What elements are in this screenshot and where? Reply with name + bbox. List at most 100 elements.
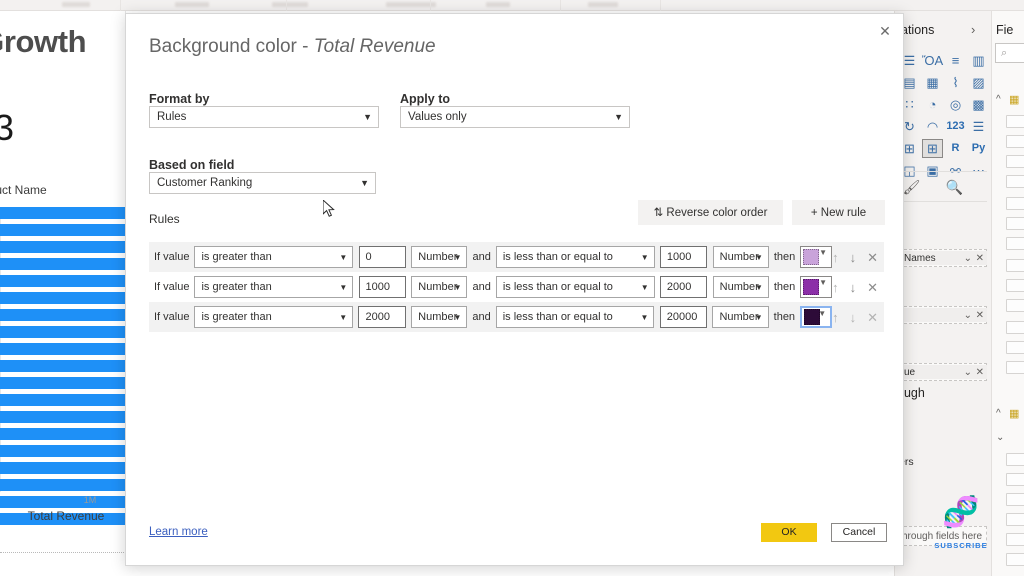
rule-max-condition-dropdown[interactable]: is less than or equal to ▼	[495, 276, 655, 298]
field-item[interactable]	[1006, 513, 1024, 526]
card-icon[interactable]: 123	[945, 117, 966, 136]
learn-more-link[interactable]: Learn more	[149, 526, 208, 538]
close-icon[interactable]: ✕	[976, 252, 984, 264]
line-and-column-chart-icon[interactable]: ⌇	[945, 73, 966, 92]
arrow-up-icon[interactable]: ↑	[832, 311, 839, 324]
chevron-up-icon[interactable]: ^	[996, 408, 1001, 419]
visual-type-gallery[interactable]: ☰ὌA≡▥▤▦⌇▨∷◔◎▩↻◠123☰⊞⊞RPy◱▣⚯⋯	[899, 51, 989, 180]
based-on-field-dropdown[interactable]: Customer Ranking ▼	[149, 172, 376, 194]
rule-min-condition-dropdown[interactable]: is greater than ▼	[194, 246, 354, 268]
bar[interactable]	[0, 207, 125, 219]
bar-chart-visual[interactable]: t Growth 3 ners roduct Name 1M Total Rev…	[0, 11, 126, 565]
field-item[interactable]	[1006, 341, 1024, 354]
clustered-column-chart-icon[interactable]: ▥	[968, 51, 989, 70]
drillthrough-dropzone[interactable]: hrough fields here	[899, 526, 987, 546]
field-item[interactable]	[1006, 279, 1024, 292]
pie-chart-icon[interactable]: ◔	[922, 95, 943, 114]
close-icon[interactable]: ✕	[867, 311, 878, 324]
rule-max-value-input[interactable]: 1000	[659, 246, 708, 268]
rule-max-type-dropdown[interactable]: Number ▼	[712, 276, 769, 298]
close-icon[interactable]: ✕	[867, 281, 878, 294]
chevron-down-icon[interactable]: ⌄	[996, 432, 1004, 443]
multi-row-card-icon[interactable]: ☰	[968, 117, 989, 136]
field-item[interactable]	[1006, 533, 1024, 546]
bar[interactable]	[0, 275, 125, 287]
bar[interactable]	[0, 377, 125, 389]
rule-min-type-dropdown[interactable]: Number ▼	[411, 246, 468, 268]
field-item[interactable]	[1006, 175, 1024, 188]
bar[interactable]	[0, 224, 125, 236]
new-rule-button[interactable]: + New rule	[792, 200, 885, 225]
bar[interactable]	[0, 445, 125, 457]
apply-to-dropdown[interactable]: Values only ▼	[400, 106, 630, 128]
format-by-dropdown[interactable]: Rules ▼	[149, 106, 379, 128]
field-item[interactable]	[1006, 553, 1024, 566]
field-chip-1[interactable]: Names ⌄ ✕	[901, 251, 987, 265]
line-and-stacked-column-icon[interactable]: ▨	[968, 73, 989, 92]
bar[interactable]	[0, 360, 125, 372]
rule-min-value-input[interactable]: 0	[358, 246, 406, 268]
bar[interactable]	[0, 479, 125, 491]
analytics-magnifier-icon[interactable]: 🔍	[944, 177, 965, 196]
field-item[interactable]	[1006, 237, 1024, 250]
field-item[interactable]	[1006, 321, 1024, 334]
close-icon[interactable]: ✕	[867, 251, 878, 264]
field-item[interactable]	[1006, 493, 1024, 506]
field-item[interactable]	[1006, 115, 1024, 128]
stacked-column-chart-icon[interactable]: ὌA	[922, 51, 943, 70]
arrow-up-icon[interactable]: ↑	[832, 281, 839, 294]
bar[interactable]	[0, 241, 125, 253]
field-item[interactable]	[1006, 217, 1024, 230]
ok-button[interactable]: OK	[761, 523, 817, 542]
field-item[interactable]	[1006, 135, 1024, 148]
bar[interactable]	[0, 292, 125, 304]
field-item[interactable]	[1006, 197, 1024, 210]
field-well-2[interactable]: ⌄ ✕	[899, 306, 987, 324]
rule-max-value-input[interactable]: 2000	[659, 276, 708, 298]
bar[interactable]	[0, 394, 125, 406]
rule-min-value-input[interactable]: 2000	[358, 306, 406, 328]
bar[interactable]	[0, 326, 125, 338]
field-item[interactable]	[1006, 259, 1024, 272]
field-item[interactable]	[1006, 473, 1024, 486]
rule-max-type-dropdown[interactable]: Number ▼	[712, 246, 769, 268]
chevron-down-icon[interactable]: ⌄	[964, 366, 972, 378]
100-stacked-column-chart-icon[interactable]: ▦	[922, 73, 943, 92]
bar[interactable]	[0, 411, 125, 423]
field-chip-3[interactable]: ue ⌄ ✕	[901, 365, 987, 379]
close-icon[interactable]: ✕	[976, 366, 984, 378]
arrow-down-icon[interactable]: ↓	[850, 311, 857, 324]
arrow-up-icon[interactable]: ↑	[832, 251, 839, 264]
chevron-down-icon[interactable]: ⌄	[964, 309, 972, 321]
chevron-down-icon[interactable]: ⌄	[964, 252, 972, 264]
r-script-visual-icon[interactable]: R	[945, 139, 966, 158]
field-well-1[interactable]: Names ⌄ ✕	[899, 249, 987, 267]
rule-color-swatch-button[interactable]: ▼	[800, 246, 833, 268]
field-item[interactable]	[1006, 361, 1024, 374]
field-item[interactable]	[1006, 453, 1024, 466]
rule-color-swatch-button[interactable]: ▼	[800, 276, 833, 298]
arrow-down-icon[interactable]: ↓	[850, 281, 857, 294]
donut-chart-icon[interactable]: ◎	[945, 95, 966, 114]
rule-color-swatch-button[interactable]: ▼	[800, 306, 833, 328]
python-visual-icon[interactable]: Py	[968, 139, 989, 158]
field-item[interactable]	[1006, 155, 1024, 168]
cancel-button[interactable]: Cancel	[831, 523, 887, 542]
rule-min-value-input[interactable]: 1000	[358, 276, 406, 298]
table-icon[interactable]: ⊞	[922, 139, 943, 158]
field-item[interactable]	[1006, 299, 1024, 312]
rule-min-condition-dropdown[interactable]: is greater than ▼	[194, 276, 354, 298]
close-icon[interactable]: ✕	[873, 20, 897, 42]
treemap-icon[interactable]: ▩	[968, 95, 989, 114]
close-icon[interactable]: ✕	[976, 309, 984, 321]
field-well-3[interactable]: ue ⌄ ✕	[899, 363, 987, 381]
rule-min-type-dropdown[interactable]: Number ▼	[411, 306, 468, 328]
bar[interactable]	[0, 309, 125, 321]
format-paintbrush-icon[interactable]: 🖌	[901, 177, 922, 196]
chevron-right-icon[interactable]: ›	[971, 22, 975, 37]
reverse-color-order-button[interactable]: ⇅ Reverse color order	[638, 200, 783, 225]
rule-min-condition-dropdown[interactable]: is greater than ▼	[194, 306, 354, 328]
rule-max-type-dropdown[interactable]: Number ▼	[712, 306, 769, 328]
rule-max-condition-dropdown[interactable]: is less than or equal to ▼	[495, 306, 655, 328]
rule-min-type-dropdown[interactable]: Number ▼	[411, 276, 468, 298]
